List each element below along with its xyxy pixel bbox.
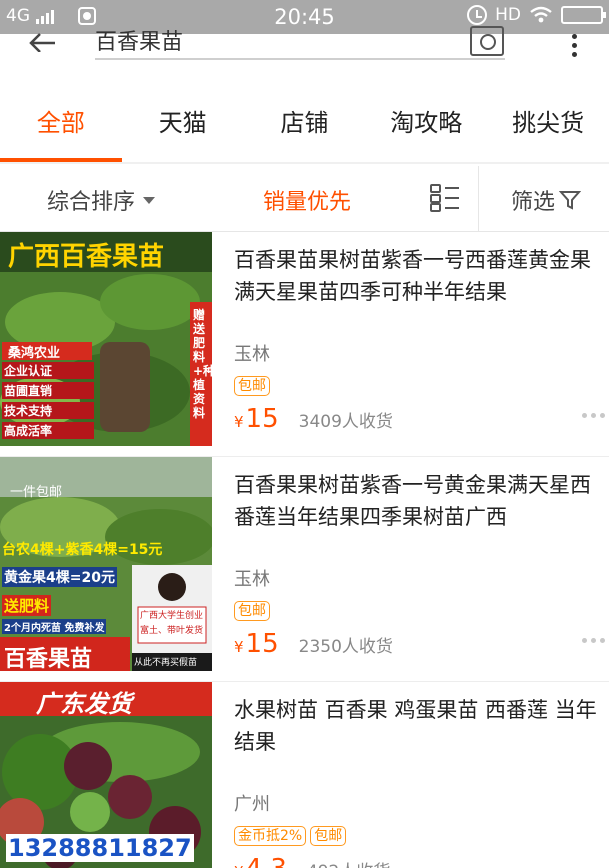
filter-label: 筛选	[511, 190, 556, 215]
sales-count: 3409人收货	[298, 412, 393, 432]
tab-premium[interactable]: 挑尖货	[487, 88, 609, 164]
tab-tmall[interactable]: 天猫	[122, 88, 244, 164]
sort-default-label: 综合排序	[47, 190, 136, 215]
sort-sales-button[interactable]: 销量优先	[263, 184, 351, 216]
image-badge-text: 一件包邮	[10, 485, 63, 500]
tab-divider	[0, 162, 609, 164]
image-side-text: 赠送肥料+种植资料	[193, 308, 212, 420]
product-tags: 包邮	[234, 601, 604, 621]
image-banner-text: 广西百香果苗	[8, 242, 165, 272]
product-info: 水果树苗 百香果 鸡蛋果苗 西番莲 当年结果 广州 金币抵2% 包邮 ¥ 4.3…	[234, 694, 604, 868]
tab-all[interactable]: 全部	[0, 88, 122, 164]
tab-guides[interactable]: 淘攻略	[365, 88, 487, 164]
sort-bar: 综合排序 销量优先 筛选	[0, 166, 609, 232]
list-layout-icon[interactable]	[430, 184, 460, 212]
image-check-text: 企业认证	[2, 362, 94, 379]
price-row: ¥ 4.3 492人收货	[234, 854, 604, 868]
image-check-text: 苗圃直销	[2, 382, 94, 399]
product-title[interactable]: 百香果苗果树苗紫香一号西番莲黄金果满天星果苗四季可种半年结果	[234, 244, 604, 308]
image-line3-text: 送肥料	[2, 595, 52, 616]
status-right: HD	[467, 5, 606, 25]
hd-indicator: HD	[495, 5, 521, 25]
product-title[interactable]: 水果树苗 百香果 鸡蛋果苗 西番莲 当年结果	[234, 694, 604, 758]
sort-divider	[478, 166, 479, 232]
image-sign-text: 广西大学生创业 富土、带叶发货	[140, 611, 204, 636]
coin-discount-tag: 金币抵2%	[234, 826, 307, 846]
product-card[interactable]: 广东发货 13288811827 水果树苗 百香果 鸡蛋果苗 西番莲 当年结果 …	[0, 682, 609, 868]
image-line1-text: 台农4棵+紫香4棵=15元	[2, 542, 163, 558]
currency-symbol: ¥	[234, 863, 244, 868]
free-shipping-tag: 包邮	[234, 601, 270, 621]
more-options-icon[interactable]	[582, 413, 605, 418]
currency-symbol: ¥	[234, 413, 244, 431]
product-image[interactable]: 广西百香果苗 桑鸿农业 企业认证 苗圃直销 技术支持 高成活率 赠送肥料+种植资…	[0, 232, 212, 446]
image-check-text: 高成活率	[2, 422, 94, 439]
filter-button[interactable]: 筛选	[511, 184, 582, 216]
image-foot-text: 从此不再买假苗	[134, 658, 198, 668]
product-image[interactable]: 一件包邮 台农4棵+紫香4棵=15元 黄金果4棵=20元 送肥料 2个月内死苗 …	[0, 457, 212, 671]
status-bar: 4G 20:45 HD	[0, 0, 609, 34]
image-line4-text: 2个月内死苗 免费补发	[2, 619, 107, 634]
sales-count: 2350人收货	[298, 637, 393, 657]
product-tags: 包邮	[234, 376, 604, 396]
product-price: 4.3	[246, 854, 287, 868]
currency-symbol: ¥	[234, 638, 244, 656]
product-location: 广州	[234, 794, 270, 815]
product-price: 15	[245, 629, 279, 659]
product-location: 玉林	[234, 344, 270, 365]
search-input[interactable]: 百香果苗	[95, 24, 183, 56]
image-phone-text: 13288811827	[6, 834, 194, 862]
product-tags: 金币抵2% 包邮	[234, 826, 604, 846]
free-shipping-tag: 包邮	[310, 826, 347, 846]
search-header: 百香果苗	[0, 26, 609, 70]
alarm-icon	[467, 5, 488, 25]
image-banner-text: 广东发货	[36, 690, 132, 718]
battery-icon	[561, 6, 606, 24]
product-list: 广西百香果苗 桑鸿农业 企业认证 苗圃直销 技术支持 高成活率 赠送肥料+种植资…	[0, 232, 609, 868]
wifi-icon	[530, 6, 552, 23]
product-title[interactable]: 百香果果树苗紫香一号黄金果满天星西番莲当年结果四季果树苗广西	[234, 469, 604, 533]
caret-down-icon	[143, 196, 156, 204]
price-row: ¥ 15 3409人收货	[234, 404, 604, 434]
price-row: ¥ 15 2350人收货	[234, 629, 604, 659]
search-input-underline	[95, 58, 505, 60]
camera-icon[interactable]	[470, 26, 504, 56]
image-check-text: 技术支持	[2, 402, 94, 419]
filter-icon	[559, 191, 582, 210]
product-info: 百香果苗果树苗紫香一号西番莲黄金果满天星果苗四季可种半年结果 玉林 包邮 ¥ 1…	[234, 244, 604, 434]
image-line5-text: 百香果苗	[4, 647, 93, 671]
sort-default-button[interactable]: 综合排序	[47, 184, 156, 216]
more-options-icon[interactable]	[582, 638, 605, 643]
product-location: 玉林	[234, 569, 270, 590]
sales-count: 492人收货	[307, 857, 390, 868]
product-info: 百香果果树苗紫香一号黄金果满天星西番莲当年结果四季果树苗广西 玉林 包邮 ¥ 1…	[234, 469, 604, 659]
tab-shops[interactable]: 店铺	[244, 88, 366, 164]
tab-bar: 全部 天猫 店铺 淘攻略 挑尖货	[0, 88, 609, 164]
product-card[interactable]: 广西百香果苗 桑鸿农业 企业认证 苗圃直销 技术支持 高成活率 赠送肥料+种植资…	[0, 232, 609, 457]
image-brand-text: 桑鸿农业	[8, 346, 61, 361]
image-line2-text: 黄金果4棵=20元	[2, 567, 117, 587]
free-shipping-tag: 包邮	[234, 376, 270, 396]
more-vertical-icon[interactable]	[572, 34, 578, 57]
product-image[interactable]: 广东发货 13288811827	[0, 682, 212, 868]
product-price: 15	[245, 404, 279, 434]
back-arrow-icon[interactable]	[28, 32, 56, 52]
product-card[interactable]: 一件包邮 台农4棵+紫香4棵=15元 黄金果4棵=20元 送肥料 2个月内死苗 …	[0, 457, 609, 682]
